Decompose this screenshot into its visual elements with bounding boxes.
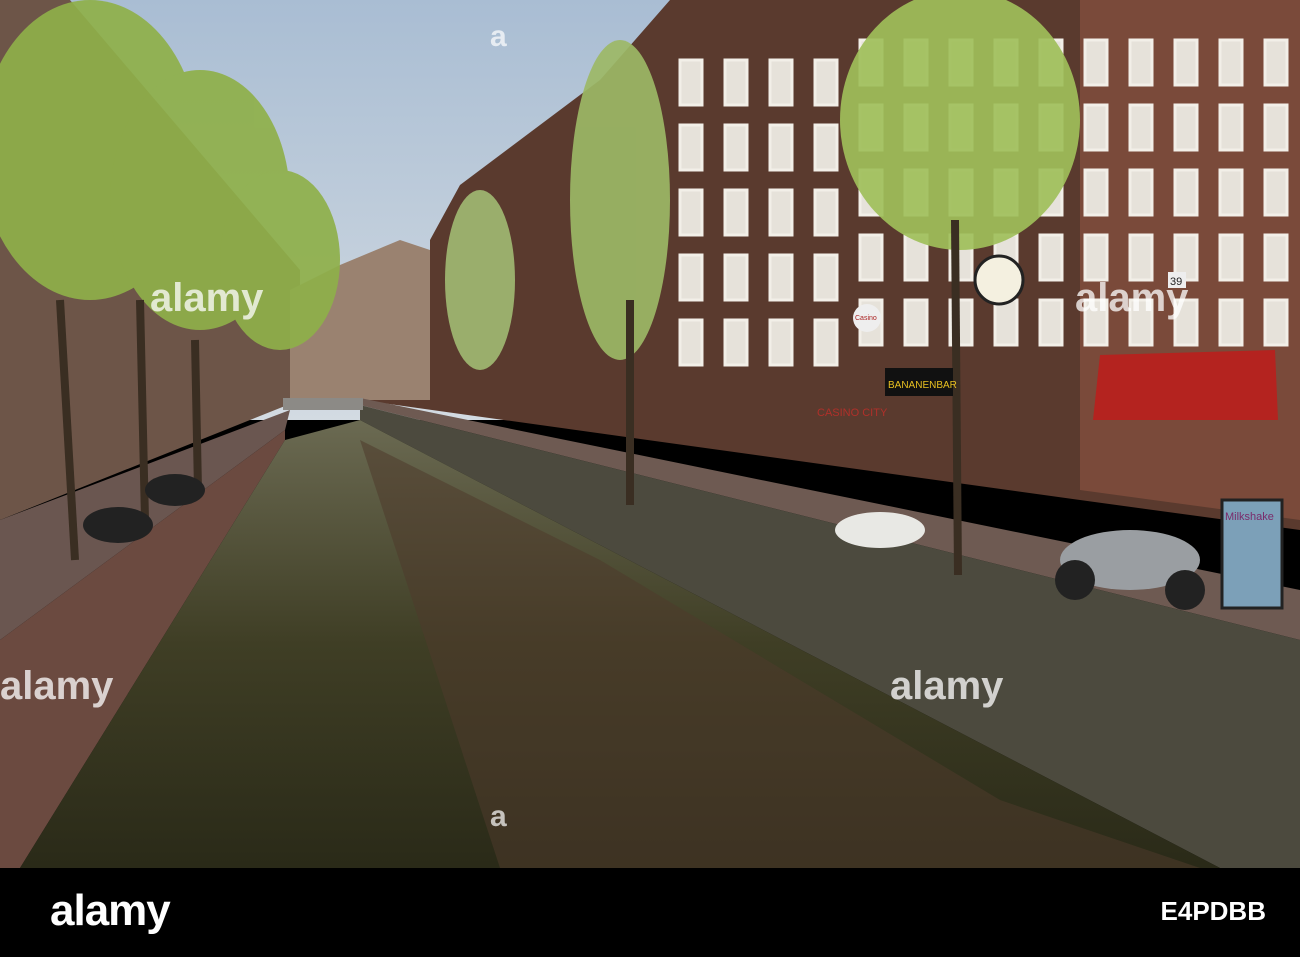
window: [1263, 38, 1289, 87]
window: [1173, 38, 1199, 87]
window: [723, 123, 749, 172]
canal-scene: Milkshake BANANENBAR CASINO CITY Casino …: [0, 0, 1300, 868]
window: [1083, 233, 1109, 282]
window: [678, 188, 704, 237]
watermark-text: alamy: [0, 664, 114, 708]
window: [723, 58, 749, 107]
window: [1218, 298, 1244, 347]
window: [678, 318, 704, 367]
window: [1263, 298, 1289, 347]
window: [813, 188, 839, 237]
casino-sign: Casino: [855, 315, 877, 322]
casino-city-sign: CASINO CITY: [817, 407, 888, 419]
window: [903, 298, 929, 347]
window: [1173, 103, 1199, 152]
photo-red-light-canal: Milkshake BANANENBAR CASINO CITY Casino …: [0, 0, 1300, 957]
milkshake-sign: Milkshake: [1225, 511, 1274, 523]
window: [1038, 233, 1064, 282]
window: [813, 123, 839, 172]
window: [1218, 168, 1244, 217]
window: [1128, 38, 1154, 87]
watermark-mark: a: [490, 20, 507, 53]
window: [1128, 233, 1154, 282]
window: [723, 318, 749, 367]
window: [1263, 168, 1289, 217]
window: [1083, 168, 1109, 217]
image-id: E4PDBB: [1160, 896, 1266, 926]
window: [993, 298, 1019, 347]
bananenbar-round-sign: [973, 254, 1025, 306]
window: [678, 253, 704, 302]
window: [1128, 103, 1154, 152]
watermark-text: alamy: [150, 276, 264, 320]
window: [768, 123, 794, 172]
window: [858, 233, 884, 282]
window: [1218, 103, 1244, 152]
window: [678, 58, 704, 107]
window: [1083, 103, 1109, 152]
window: [768, 253, 794, 302]
watermark-mark: a: [490, 800, 507, 833]
bridge: [283, 398, 363, 410]
window: [1218, 233, 1244, 282]
window: [1263, 233, 1289, 282]
window: [1263, 103, 1289, 152]
window: [813, 58, 839, 107]
window: [1038, 298, 1064, 347]
window: [768, 58, 794, 107]
watermark-text: alamy: [1075, 276, 1189, 320]
window: [1173, 168, 1199, 217]
watermark-text: alamy: [890, 664, 1004, 708]
window: [1083, 38, 1109, 87]
window: [813, 253, 839, 302]
bananenbar-sign: BANANENBAR: [888, 380, 957, 391]
window: [768, 318, 794, 367]
red-awning: [1093, 350, 1278, 420]
window: [723, 253, 749, 302]
window: [813, 318, 839, 367]
window: [1128, 168, 1154, 217]
window: [768, 188, 794, 237]
alamy-logo: alamy: [50, 886, 171, 935]
window: [678, 123, 704, 172]
watermark-bar: alamy E4PDBB: [0, 868, 1300, 957]
window: [1218, 38, 1244, 87]
window: [723, 188, 749, 237]
